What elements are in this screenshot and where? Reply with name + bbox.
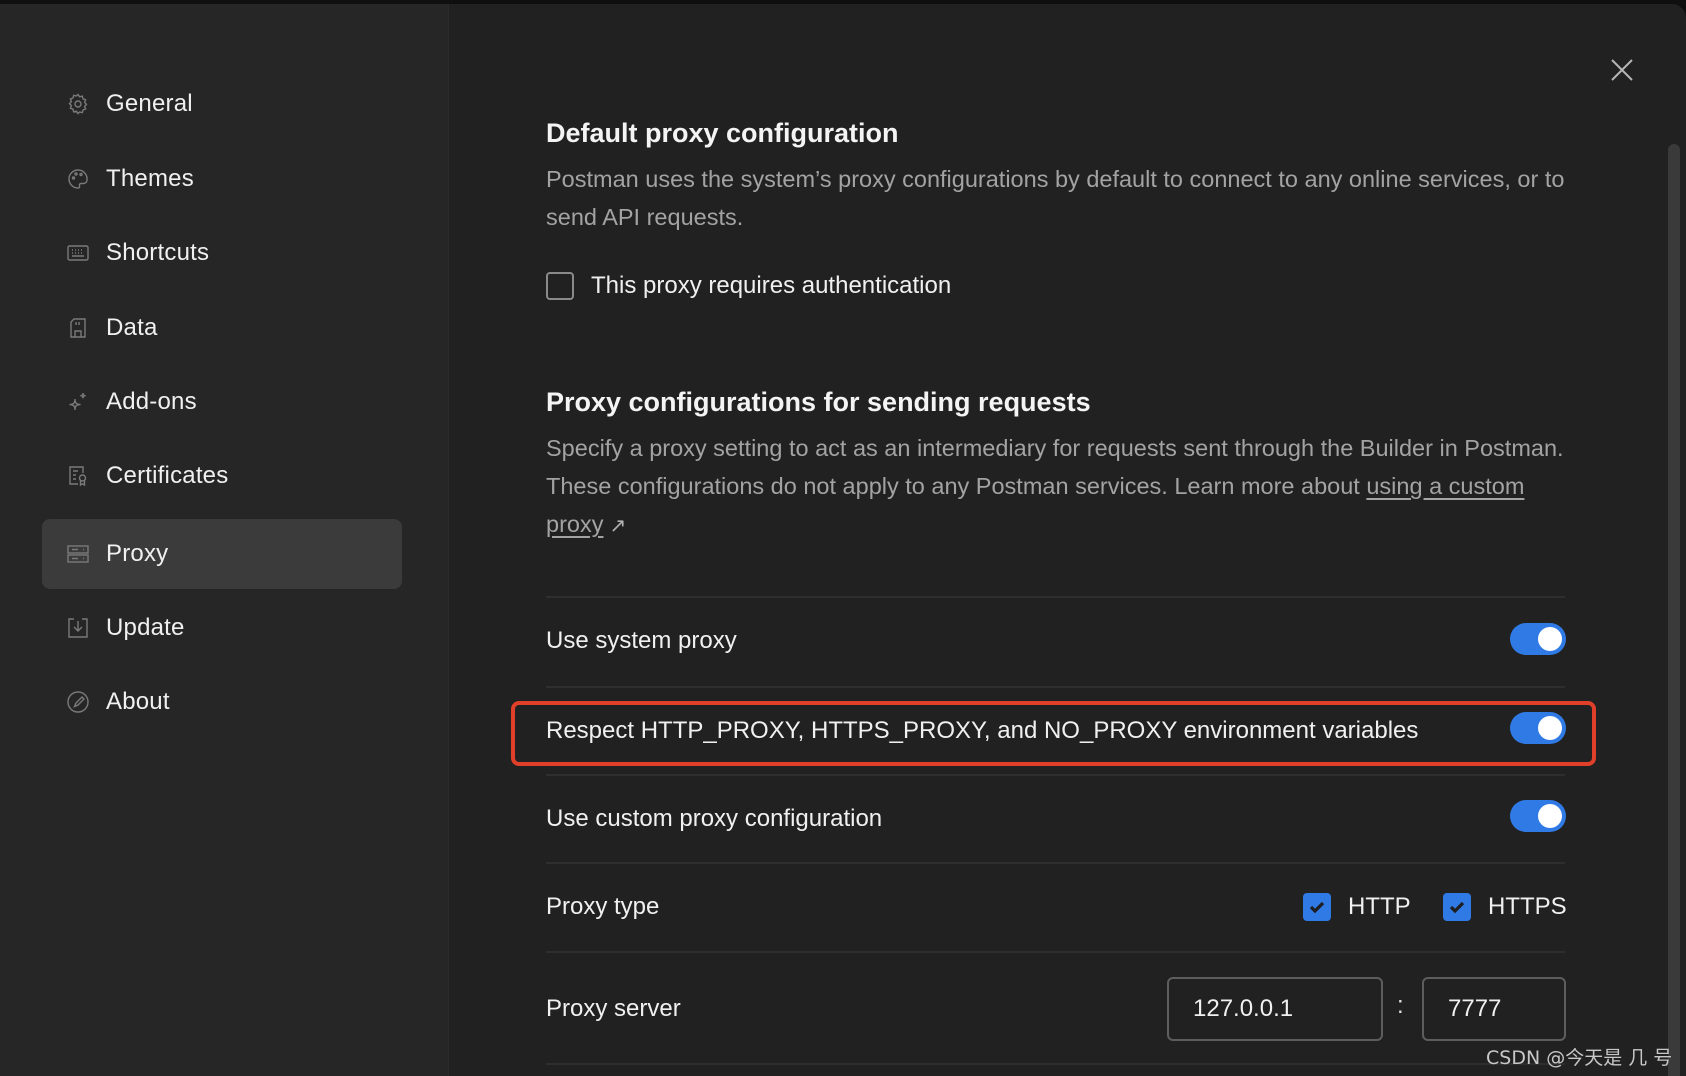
sidebar-item-label: Certificates bbox=[106, 462, 229, 489]
sidebar-item-label: Add-ons bbox=[106, 388, 197, 415]
watermark: CSDN @今天是 几 号 bbox=[1486, 1047, 1673, 1069]
proxy-type-https-checkbox[interactable]: HTTPS bbox=[1443, 893, 1567, 921]
toggle-knob bbox=[1538, 627, 1562, 651]
sidebar-item-general[interactable]: General bbox=[42, 69, 402, 139]
close-icon bbox=[1611, 59, 1633, 81]
use-custom-proxy-toggle[interactable] bbox=[1510, 800, 1566, 832]
settings-modal: General Themes Shortcuts Data Add-ons Ce… bbox=[0, 4, 1686, 1076]
default-proxy-description: Postman uses the system’s proxy configur… bbox=[546, 166, 1565, 230]
palette-icon bbox=[66, 167, 90, 191]
proxy-type-http-checkbox[interactable]: HTTP bbox=[1303, 893, 1411, 921]
divider bbox=[546, 774, 1565, 776]
divider bbox=[546, 951, 1565, 953]
gear-icon bbox=[66, 92, 90, 116]
respect-env-vars-label: Respect HTTP_PROXY, HTTPS_PROXY, and NO_… bbox=[546, 717, 1419, 744]
sparkle-icon bbox=[66, 390, 90, 414]
sidebar-item-about[interactable]: About bbox=[42, 667, 402, 737]
certificate-icon bbox=[66, 464, 90, 488]
use-system-proxy-toggle[interactable] bbox=[1510, 623, 1566, 655]
sidebar-item-themes[interactable]: Themes bbox=[42, 144, 402, 214]
sidebar-item-label: General bbox=[106, 90, 193, 117]
checkmark-icon bbox=[1449, 901, 1465, 914]
toggle-knob bbox=[1538, 804, 1562, 828]
sidebar-item-label: About bbox=[106, 688, 170, 715]
sidebar-item-label: Proxy bbox=[106, 540, 169, 567]
http-label: HTTP bbox=[1348, 893, 1411, 920]
proxy-host-input[interactable] bbox=[1167, 977, 1383, 1041]
sidebar-item-data[interactable]: Data bbox=[42, 293, 402, 363]
sidebar-item-label: Data bbox=[106, 314, 158, 341]
sidebar-item-add-ons[interactable]: Add-ons bbox=[42, 367, 402, 437]
checkbox-unchecked[interactable] bbox=[546, 272, 574, 300]
keyboard-icon bbox=[66, 241, 90, 265]
sidebar-item-update[interactable]: Update bbox=[42, 593, 402, 663]
https-label: HTTPS bbox=[1488, 893, 1567, 920]
divider bbox=[546, 862, 1565, 864]
proxy-auth-label: This proxy requires authentication bbox=[591, 272, 952, 299]
checkbox-checked[interactable] bbox=[1443, 893, 1471, 921]
settings-sidebar: General Themes Shortcuts Data Add-ons Ce… bbox=[0, 4, 449, 1076]
toggle-knob bbox=[1538, 716, 1562, 740]
sidebar-item-certificates[interactable]: Certificates bbox=[42, 441, 402, 511]
divider bbox=[546, 596, 1565, 598]
proxy-type-label: Proxy type bbox=[546, 893, 660, 920]
download-icon bbox=[66, 616, 90, 640]
proxy-auth-checkbox[interactable]: This proxy requires authentication bbox=[546, 272, 951, 300]
content-scrollbar[interactable] bbox=[1668, 144, 1680, 1076]
host-port-separator: : bbox=[1397, 992, 1404, 1019]
request-proxy-heading: Proxy configurations for sending request… bbox=[546, 387, 1091, 417]
checkmark-icon bbox=[1309, 901, 1325, 914]
sidebar-item-label: Update bbox=[106, 614, 185, 641]
use-custom-proxy-label: Use custom proxy configuration bbox=[546, 805, 883, 832]
request-proxy-description: Specify a proxy setting to act as an int… bbox=[546, 429, 1576, 545]
proxy-port-input[interactable] bbox=[1422, 977, 1566, 1041]
sidebar-item-label: Shortcuts bbox=[106, 239, 210, 266]
checkbox-checked[interactable] bbox=[1303, 893, 1331, 921]
save-icon bbox=[66, 316, 90, 340]
sidebar-item-label: Themes bbox=[106, 165, 194, 192]
external-link-icon: ↗ bbox=[609, 515, 627, 537]
sidebar-item-shortcuts[interactable]: Shortcuts bbox=[42, 218, 402, 288]
respect-env-vars-toggle[interactable] bbox=[1510, 712, 1566, 744]
close-button[interactable] bbox=[1606, 54, 1638, 86]
proxy-server-label: Proxy server bbox=[546, 995, 681, 1022]
postman-logo-icon bbox=[66, 690, 90, 714]
default-proxy-heading: Default proxy configuration bbox=[546, 118, 899, 148]
use-system-proxy-label: Use system proxy bbox=[546, 627, 737, 654]
server-icon bbox=[66, 542, 90, 566]
divider bbox=[546, 1063, 1565, 1065]
divider bbox=[546, 686, 1565, 688]
sidebar-item-proxy[interactable]: Proxy bbox=[42, 519, 402, 589]
